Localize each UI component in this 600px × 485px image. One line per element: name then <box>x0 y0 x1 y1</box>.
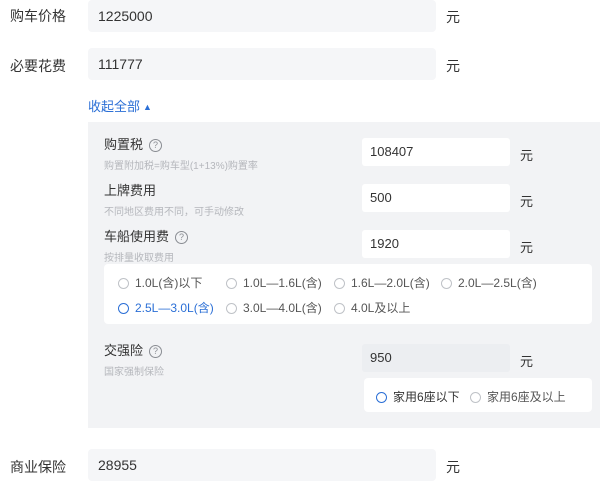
compulsory-insurance-title: 交强险? <box>104 340 163 359</box>
option-label: 1.0L—1.6L(含) <box>243 276 322 290</box>
purchase-tax-title-text: 购置税 <box>104 137 144 152</box>
seat-option[interactable]: 家用6座及以上 <box>470 388 566 405</box>
required-fees-input[interactable]: 111777 <box>88 48 436 80</box>
displacement-option[interactable]: 2.0L—2.5L(含) <box>441 274 537 291</box>
radio-icon <box>334 303 345 314</box>
displacement-option[interactable]: 1.6L—2.0L(含) <box>334 274 430 291</box>
registration-fee-input[interactable]: 500 <box>362 184 510 212</box>
displacement-option[interactable]: 1.0L—1.6L(含) <box>226 274 322 291</box>
option-label: 2.5L—3.0L(含) <box>135 301 214 315</box>
purchase-price-input[interactable]: 1225000 <box>88 0 436 32</box>
radio-selected-icon <box>376 392 387 403</box>
option-label: 家用6座以下 <box>393 390 460 404</box>
purchase-tax-hint: 购置附加税=购车型(1+13%)购置率 <box>104 161 258 172</box>
compulsory-insurance-title-text: 交强险 <box>104 343 144 358</box>
seat-option-selected[interactable]: 家用6座以下 <box>376 388 460 405</box>
radio-icon <box>226 278 237 289</box>
displacement-option-selected[interactable]: 2.5L—3.0L(含) <box>118 299 214 316</box>
purchase-tax-title: 购置税? <box>104 134 163 153</box>
vehicle-tax-title: 车船使用费? <box>104 226 189 245</box>
option-label: 3.0L—4.0L(含) <box>243 301 322 315</box>
help-icon[interactable]: ? <box>149 345 163 358</box>
collapse-all-toggle[interactable]: 收起全部 ▲ <box>88 96 152 115</box>
vehicle-tax-hint: 按排量收取费用 <box>104 253 174 264</box>
collapse-all-label: 收起全部 <box>88 99 141 114</box>
radio-icon <box>441 278 452 289</box>
seat-options: 家用6座以下 家用6座及以上 <box>364 378 592 412</box>
registration-fee-title: 上牌费用 <box>104 183 157 198</box>
compulsory-insurance-input: 950 <box>362 344 510 372</box>
registration-fee-unit: 元 <box>520 194 534 209</box>
help-icon[interactable]: ? <box>149 139 163 152</box>
caret-up-icon: ▲ <box>143 102 152 112</box>
radio-selected-icon <box>118 303 129 314</box>
option-label: 1.0L(含)以下 <box>135 276 203 290</box>
displacement-option[interactable]: 3.0L—4.0L(含) <box>226 299 322 316</box>
radio-icon <box>334 278 345 289</box>
option-label: 2.0L—2.5L(含) <box>458 276 537 290</box>
vehicle-tax-unit: 元 <box>520 240 534 255</box>
radio-icon <box>470 392 481 403</box>
vehicle-tax-title-text: 车船使用费 <box>104 229 170 244</box>
purchase-tax-input[interactable]: 108407 <box>362 138 510 166</box>
displacement-option[interactable]: 1.0L(含)以下 <box>118 274 202 291</box>
displacement-options: 1.0L(含)以下 1.0L—1.6L(含) 1.6L—2.0L(含) 2.0L… <box>104 264 592 324</box>
required-fees-label: 必要花费 <box>10 58 66 74</box>
commercial-insurance-input[interactable]: 28955 <box>88 449 436 481</box>
displacement-option[interactable]: 4.0L及以上 <box>334 299 410 316</box>
commercial-insurance-label: 商业保险 <box>10 459 66 475</box>
compulsory-insurance-hint: 国家强制保险 <box>104 367 164 378</box>
help-icon[interactable]: ? <box>175 231 189 244</box>
purchase-tax-unit: 元 <box>520 148 534 163</box>
vehicle-tax-input[interactable]: 1920 <box>362 230 510 258</box>
purchase-price-label: 购车价格 <box>10 8 66 24</box>
radio-icon <box>226 303 237 314</box>
option-label: 家用6座及以上 <box>487 390 566 404</box>
compulsory-insurance-unit: 元 <box>520 354 534 369</box>
commercial-insurance-unit: 元 <box>446 459 460 475</box>
required-fees-unit: 元 <box>446 58 460 74</box>
option-label: 4.0L及以上 <box>351 301 411 315</box>
purchase-price-unit: 元 <box>446 9 460 25</box>
radio-icon <box>118 278 129 289</box>
registration-fee-hint: 不同地区费用不同，可手动修改 <box>104 207 244 218</box>
option-label: 1.6L—2.0L(含) <box>351 276 430 290</box>
